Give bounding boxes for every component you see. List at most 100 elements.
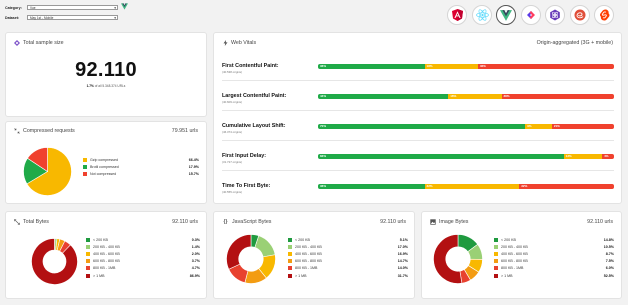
total-sample-card: Total sample size 92.110 1.7% of all 5.3…	[5, 32, 207, 117]
vue-logo-icon	[121, 3, 128, 10]
legend-label: 600 KB - 800 KB	[295, 259, 322, 264]
legend-label: 800 KB - 1MB	[295, 266, 318, 271]
bar-poor-segment: 32%	[519, 184, 614, 189]
total-bytes-title: Total Bytes	[23, 219, 49, 225]
image-bytes-donut-chart	[433, 234, 483, 284]
legend-item: 600 KB - 800 KB 14.7%	[288, 258, 408, 265]
legend-value: 14.7%	[397, 259, 408, 264]
compressed-pie-chart	[23, 147, 72, 196]
legend-swatch	[288, 259, 292, 264]
bar-poor-segment: 4%	[602, 154, 614, 159]
legend-value: 6.0%	[605, 266, 614, 271]
legend-item: 200 KB - 400 KB 17.0%	[288, 243, 408, 250]
dataset-select[interactable]: May 1st - Mobile	[27, 15, 118, 20]
web-vital-row: Time To First Byte: (40.555 origins) 36% 32…	[222, 171, 614, 201]
legend-item: Gzip compressed 66.4%	[83, 156, 199, 163]
legend-value: 17.9%	[188, 164, 199, 169]
legend-item: < 200 KB 14.8%	[494, 236, 614, 243]
legend-swatch	[288, 244, 292, 249]
js-bytes-title: JavaScript Bytes	[232, 219, 272, 225]
svelte-kit-button[interactable]	[521, 5, 541, 25]
bar-needs-improvement-segment: 18%	[448, 94, 502, 99]
web-vital-origins: (40.609 origins)	[222, 100, 243, 104]
svelte-button[interactable]	[594, 5, 614, 25]
legend-swatch	[288, 273, 292, 278]
bar-good-segment: 70%	[318, 124, 526, 129]
legend-swatch	[86, 273, 90, 278]
legend-swatch	[86, 266, 90, 271]
react-button[interactable]	[472, 5, 492, 25]
image-bytes-legend: < 200 KB 14.8% 200 KB - 400 KB 10.5% 400 KB …	[494, 236, 614, 279]
legend-value: 66.4%	[188, 157, 199, 162]
legend-swatch	[494, 251, 498, 256]
bar-needs-improvement-segment: 18%	[424, 64, 478, 69]
total-bytes-legend: < 200 KB 0.3% 200 KB - 400 KB 1.4% 400 KB - …	[86, 236, 200, 279]
legend-item: 600 KB - 800 KB 3.7%	[86, 258, 200, 265]
compress-icon	[14, 128, 20, 134]
legend-value: 5.1%	[399, 237, 408, 242]
svelte-kit-icon	[527, 11, 535, 19]
web-vital-origins: (46.374 origins)	[222, 130, 243, 134]
legend-item: 800 KB - 1MB 4.7%	[86, 265, 200, 272]
legend-swatch	[83, 164, 87, 169]
web-vital-bar: 70% 9% 21%	[318, 124, 614, 129]
svelte-icon	[599, 9, 609, 21]
legend-value: 1.4%	[191, 244, 200, 249]
category-select[interactable]: Vue	[27, 5, 118, 10]
preact-button[interactable]	[545, 5, 565, 25]
legend-swatch	[86, 251, 90, 256]
compressed-card: Compressed requests 79.951 urls Gzip com…	[5, 121, 207, 204]
compressed-title: Compressed requests	[23, 128, 75, 134]
js-bytes-legend: < 200 KB 5.1% 200 KB - 400 KB 17.0% 400 KB -…	[288, 236, 408, 279]
legend-label: 200 KB - 400 KB	[501, 244, 528, 249]
legend-value: 16.9%	[397, 251, 408, 256]
total-sample-subtitle: 1.7% of all 5.348.374 URLs	[6, 84, 206, 88]
total-sample-title: Total sample size	[23, 40, 64, 46]
legend-swatch	[494, 266, 498, 271]
legend-label: Brotli compressed	[90, 164, 119, 169]
web-vital-origins: (40.538 origins)	[222, 70, 243, 74]
legend-value: 3.7%	[191, 259, 200, 264]
web-vitals-card: Web Vitals Origin-aggregated (3G + mobil…	[213, 32, 622, 204]
bar-good-segment: 83%	[318, 154, 564, 159]
web-vital-bar: 36% 18% 46%	[318, 64, 614, 69]
legend-value: 0.3%	[191, 237, 200, 242]
image-bytes-title: Image Bytes	[439, 219, 469, 225]
web-vital-bar: 44% 18% 38%	[318, 94, 614, 99]
legend-value: 15.7%	[188, 171, 199, 176]
legend-label: > 1 MB	[501, 273, 513, 278]
web-vital-bar: 36% 32% 32%	[318, 184, 614, 189]
legend-label: 200 KB - 400 KB	[295, 244, 322, 249]
legend-label: 400 KB - 600 KB	[93, 251, 120, 256]
total-sample-value: 92.110	[75, 59, 137, 81]
js-bytes-header: {} JavaScript Bytes	[222, 219, 272, 225]
legend-value: 14.0%	[397, 266, 408, 271]
vue-button[interactable]	[496, 5, 516, 25]
legend-value: 52.5%	[603, 273, 614, 278]
total-sample-header: Total sample size	[14, 40, 64, 46]
legend-swatch	[494, 244, 498, 249]
ember-button[interactable]	[570, 5, 590, 25]
legend-value: 31.7%	[397, 273, 408, 278]
bar-needs-improvement-segment: 32%	[424, 184, 520, 189]
legend-label: Gzip compressed	[90, 157, 118, 162]
legend-label: > 1 MB	[93, 273, 105, 278]
legend-swatch	[83, 157, 87, 162]
total-sample-suffix: of all 5.348.374 URLs	[94, 84, 126, 88]
legend-label: 800 KB - 1MB	[93, 266, 116, 271]
legend-label: 400 KB - 600 KB	[295, 251, 322, 256]
pie-slice	[226, 234, 252, 270]
legend-swatch	[494, 237, 498, 242]
angular-button[interactable]	[447, 5, 467, 25]
compressed-legend: Gzip compressed 66.4% Brotli compressed 17.…	[83, 156, 199, 178]
legend-value: 14.8%	[603, 237, 614, 242]
image-bytes-header: Image Bytes	[430, 219, 468, 225]
web-vital-name: Time To First Byte:	[222, 183, 271, 189]
legend-swatch	[288, 266, 292, 271]
web-vital-name: First Contentful Paint:	[222, 63, 279, 69]
total-bytes-donut-chart	[31, 238, 78, 285]
total-bytes-header: Total Bytes	[14, 219, 49, 225]
category-filter: Category: Vue	[5, 5, 118, 10]
preact-icon	[550, 9, 560, 21]
web-vital-row: Largest Contentful Paint: (40.609 origins…	[222, 81, 614, 111]
